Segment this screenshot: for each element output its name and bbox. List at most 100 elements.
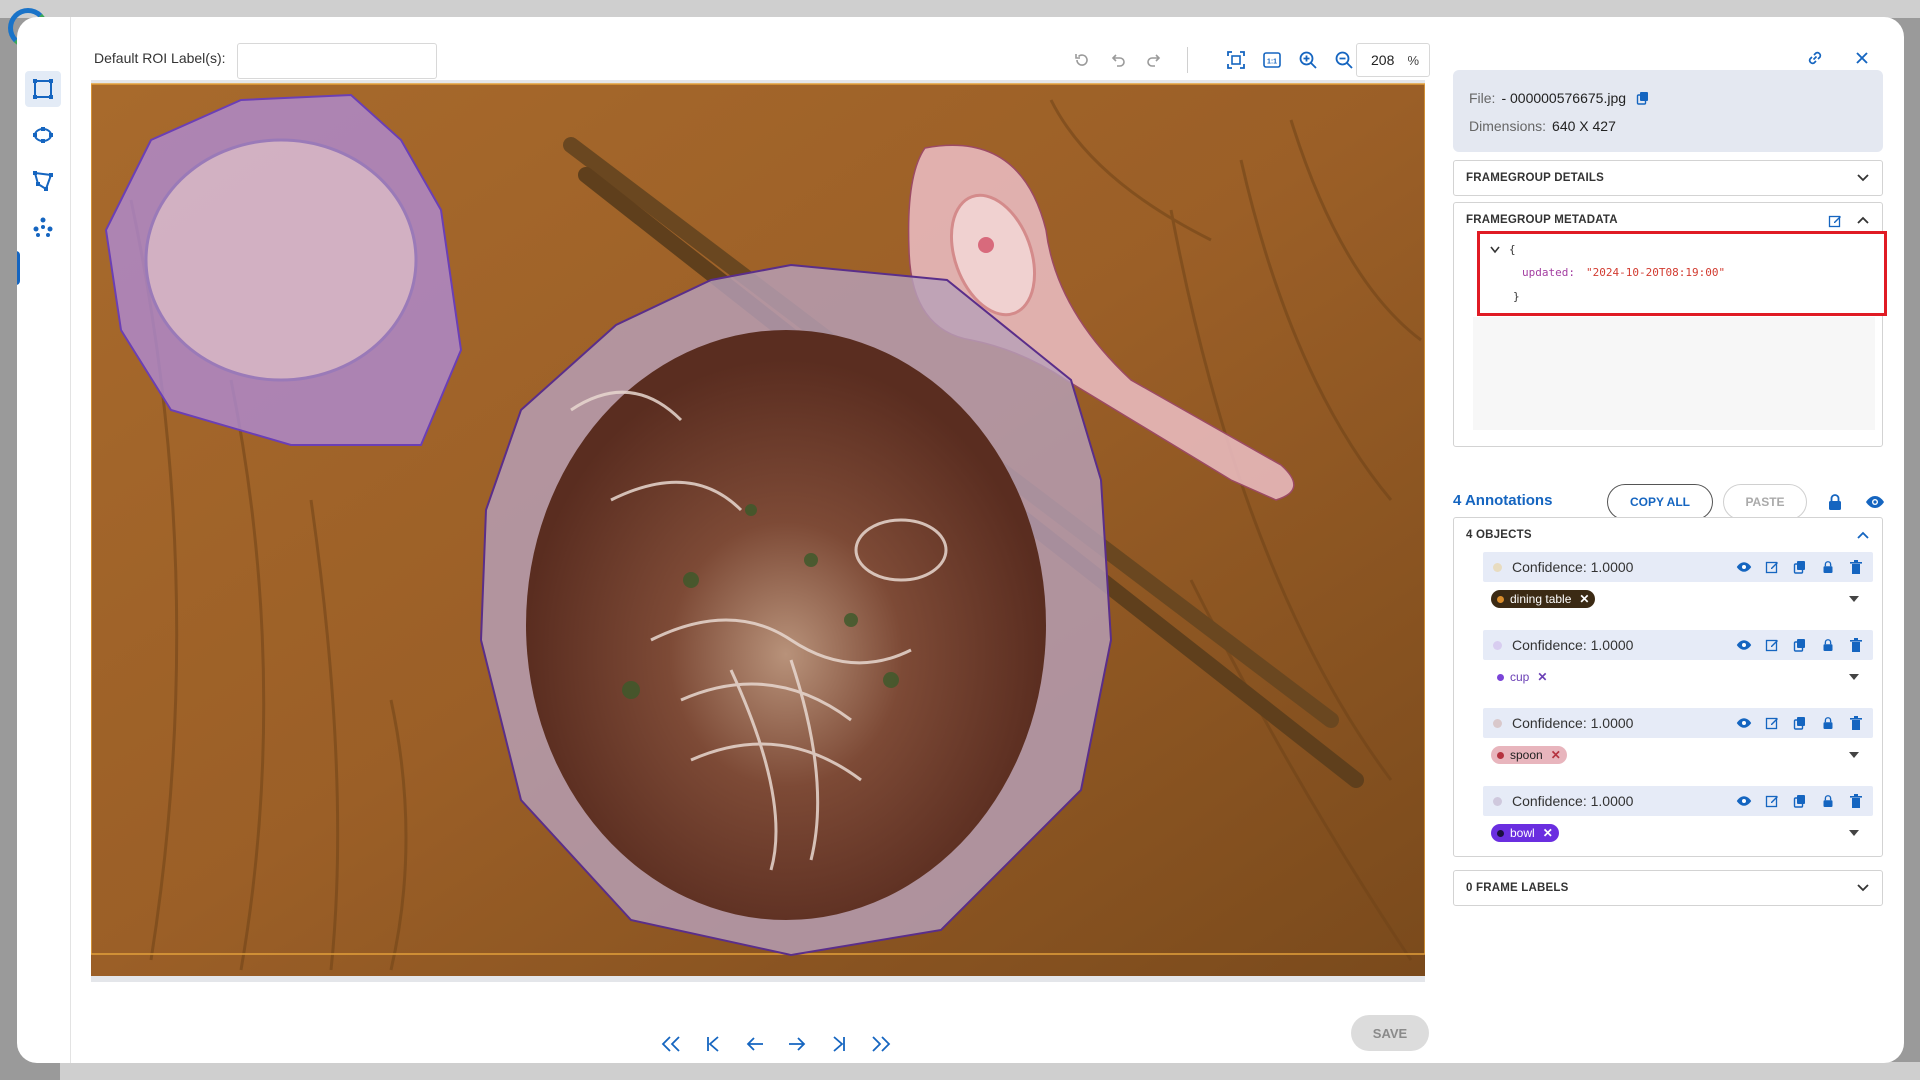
edit-icon[interactable]	[1763, 637, 1781, 653]
rectangle-tool-icon[interactable]	[25, 71, 61, 107]
remove-label-icon[interactable]: ✕	[1537, 670, 1547, 684]
redo-icon[interactable]	[1139, 43, 1169, 77]
copy-all-button[interactable]: COPY ALL	[1607, 484, 1713, 520]
caret-down-icon[interactable]	[1849, 674, 1859, 680]
metadata-json-viewer[interactable]: { updated: "2024-10-20T08:19:00" }	[1477, 231, 1887, 316]
zoom-input[interactable]: 208 %	[1356, 43, 1430, 77]
visibility-all-icon[interactable]	[1860, 487, 1890, 517]
previous-frame-icon[interactable]	[738, 1027, 772, 1061]
eye-icon[interactable]	[1735, 637, 1753, 653]
object-item-spoon[interactable]: Confidence: 1.0000 spoon ✕	[1483, 708, 1873, 772]
object-status-dot	[1493, 562, 1502, 572]
previous-keyframe-icon[interactable]	[696, 1027, 730, 1061]
object-header[interactable]: Confidence: 1.0000	[1483, 630, 1873, 660]
lock-all-icon[interactable]	[1820, 487, 1850, 517]
label-tag[interactable]: cup ✕	[1491, 668, 1554, 686]
undo-icon[interactable]	[1103, 43, 1133, 77]
link-icon[interactable]	[1800, 43, 1830, 73]
paste-button[interactable]: PASTE	[1723, 484, 1807, 520]
metadata-empty-area	[1473, 317, 1875, 430]
annotation-editor-modal: Default ROI Label(s): 1:1 208 % SAVE Fil…	[17, 17, 1904, 1063]
edit-metadata-icon[interactable]	[1828, 214, 1842, 228]
annotated-image[interactable]	[91, 80, 1425, 982]
objects-header[interactable]: 4 OBJECTS	[1454, 518, 1882, 552]
caret-down-icon[interactable]	[1849, 752, 1859, 758]
object-header[interactable]: Confidence: 1.0000	[1483, 786, 1873, 816]
remove-label-icon[interactable]: ✕	[1551, 748, 1561, 762]
label-tag[interactable]: spoon ✕	[1491, 746, 1567, 764]
object-status-dot	[1493, 640, 1502, 650]
frame-labels-header[interactable]: 0 FRAME LABELS	[1454, 871, 1882, 905]
edit-icon[interactable]	[1763, 715, 1781, 731]
close-icon[interactable]	[1847, 43, 1877, 73]
label-color-dot	[1497, 673, 1504, 681]
remove-label-icon[interactable]: ✕	[1579, 592, 1589, 606]
ellipse-tool-icon[interactable]	[25, 117, 61, 153]
caret-down-icon[interactable]	[1849, 596, 1859, 602]
collapse-json-icon[interactable]	[1490, 246, 1500, 254]
fit-screen-icon[interactable]	[1221, 43, 1251, 77]
framegroup-details-section[interactable]: FRAMEGROUP DETAILS	[1453, 160, 1883, 196]
label-tag[interactable]: bowl ✕	[1491, 824, 1559, 842]
next-keyframe-icon[interactable]	[822, 1027, 856, 1061]
delete-icon[interactable]	[1847, 637, 1865, 653]
object-confidence: Confidence: 1.0000	[1512, 637, 1634, 653]
edit-icon[interactable]	[1763, 559, 1781, 575]
object-item-bowl[interactable]: Confidence: 1.0000 bowl ✕	[1483, 786, 1873, 850]
remove-label-icon[interactable]: ✕	[1543, 826, 1553, 840]
actual-size-icon[interactable]: 1:1	[1257, 43, 1287, 77]
caret-down-icon[interactable]	[1849, 830, 1859, 836]
keypoint-tool-icon[interactable]	[25, 209, 61, 245]
object-labels: dining table ✕	[1483, 582, 1873, 616]
save-button[interactable]: SAVE	[1351, 1015, 1429, 1051]
label-color-dot	[1497, 751, 1504, 759]
tool-rail	[17, 17, 71, 1063]
framegroup-details-title: FRAMEGROUP DETAILS	[1466, 172, 1604, 184]
object-header[interactable]: Confidence: 1.0000	[1483, 552, 1873, 582]
chevron-up-icon[interactable]	[1856, 528, 1870, 542]
object-labels: spoon ✕	[1483, 738, 1873, 772]
label-text: dining table	[1510, 592, 1572, 606]
copy-icon[interactable]	[1791, 559, 1809, 575]
lock-icon[interactable]	[1819, 637, 1837, 653]
copy-icon[interactable]	[1791, 715, 1809, 731]
label-color-dot	[1497, 595, 1504, 603]
delete-icon[interactable]	[1847, 559, 1865, 575]
chevron-down-icon[interactable]	[1856, 171, 1870, 185]
label-tag[interactable]: dining table ✕	[1491, 590, 1596, 608]
roi-label-input[interactable]	[237, 43, 437, 79]
delete-icon[interactable]	[1847, 793, 1865, 809]
copy-icon[interactable]	[1791, 793, 1809, 809]
lock-icon[interactable]	[1819, 793, 1837, 809]
zoom-out-icon[interactable]	[1329, 43, 1359, 77]
framegroup-details-header[interactable]: FRAMEGROUP DETAILS	[1454, 161, 1882, 195]
edit-icon[interactable]	[1763, 793, 1781, 809]
eye-icon[interactable]	[1735, 559, 1753, 575]
copy-filename-icon[interactable]	[1636, 91, 1650, 105]
toolbar-divider	[1187, 47, 1188, 73]
chevron-down-icon[interactable]	[1856, 881, 1870, 895]
frame-labels-section[interactable]: 0 FRAME LABELS	[1453, 870, 1883, 906]
object-item-cup[interactable]: Confidence: 1.0000 cup ✕	[1483, 630, 1873, 694]
object-status-dot	[1493, 796, 1502, 806]
json-close-brace: }	[1513, 290, 1520, 303]
object-header[interactable]: Confidence: 1.0000	[1483, 708, 1873, 738]
image-canvas[interactable]	[91, 80, 1425, 982]
chevron-up-icon[interactable]	[1856, 213, 1870, 227]
next-frame-icon[interactable]	[780, 1027, 814, 1061]
last-frame-icon[interactable]	[864, 1027, 898, 1061]
copy-icon[interactable]	[1791, 637, 1809, 653]
eye-icon[interactable]	[1735, 793, 1753, 809]
object-item-dining-table[interactable]: Confidence: 1.0000 dining table ✕	[1483, 552, 1873, 616]
file-label: File:	[1469, 90, 1496, 106]
lock-icon[interactable]	[1819, 715, 1837, 731]
delete-icon[interactable]	[1847, 715, 1865, 731]
lock-icon[interactable]	[1819, 559, 1837, 575]
eye-icon[interactable]	[1735, 715, 1753, 731]
reset-icon[interactable]	[1067, 43, 1097, 77]
label-text: bowl	[1510, 826, 1535, 840]
backdrop-header	[0, 0, 1920, 18]
first-frame-icon[interactable]	[654, 1027, 688, 1061]
polygon-tool-icon[interactable]	[25, 163, 61, 199]
zoom-in-icon[interactable]	[1293, 43, 1323, 77]
